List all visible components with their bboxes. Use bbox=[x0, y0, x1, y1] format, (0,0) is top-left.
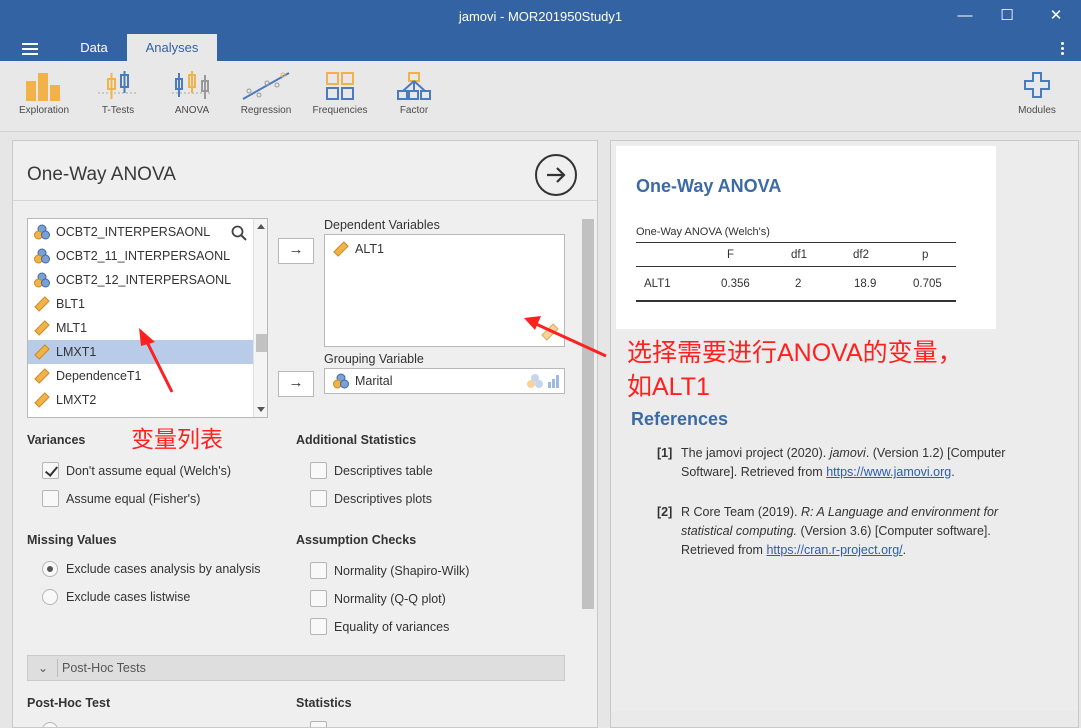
anova-icon bbox=[172, 71, 212, 99]
ttests-button[interactable]: T-Tests bbox=[83, 61, 153, 131]
annotation-choose-line1: 选择需要进行ANOVA的变量， bbox=[627, 339, 963, 367]
menu-icon[interactable] bbox=[22, 43, 38, 55]
annotation-arrow-varlist bbox=[144, 339, 174, 393]
workspace: One-Way ANOVA OCBT2_INTERPERSAONL OCBT2_… bbox=[0, 132, 1081, 728]
anova-button[interactable]: ANOVA bbox=[157, 61, 227, 131]
regression-icon bbox=[242, 72, 290, 100]
annotation-arrow-dependent bbox=[535, 322, 607, 358]
frequencies-button[interactable]: Frequencies bbox=[305, 61, 375, 131]
regression-button[interactable]: Regression bbox=[231, 61, 301, 131]
frequencies-icon bbox=[326, 72, 354, 100]
annotation-varlist-label: 变量列表 bbox=[131, 426, 223, 452]
tab-analyses[interactable]: Analyses bbox=[127, 34, 217, 61]
minimize-button[interactable]: — bbox=[942, 0, 988, 34]
factor-icon bbox=[397, 72, 431, 100]
close-button[interactable]: ✕ bbox=[1033, 0, 1079, 34]
exploration-icon bbox=[26, 73, 60, 101]
tab-bar: Data Analyses bbox=[0, 34, 1081, 61]
exploration-button[interactable]: Exploration bbox=[9, 61, 79, 131]
more-options-icon[interactable] bbox=[1061, 42, 1065, 57]
factor-button[interactable]: Factor bbox=[379, 61, 449, 131]
ttests-icon bbox=[98, 71, 138, 99]
tab-data[interactable]: Data bbox=[64, 34, 124, 61]
title-bar: jamovi - MOR201950Study1 — ☐ ✕ bbox=[0, 0, 1081, 34]
analysis-ribbon: Exploration T-Tests ANOVA Regression Fre… bbox=[0, 61, 1081, 132]
modules-button[interactable]: Modules bbox=[1002, 61, 1072, 131]
plus-icon bbox=[1024, 72, 1050, 98]
window-title: jamovi - MOR201950Study1 bbox=[458, 9, 623, 24]
maximize-button[interactable]: ☐ bbox=[984, 0, 1030, 34]
annotation-choose-line2: 如ALT1 bbox=[627, 373, 710, 401]
